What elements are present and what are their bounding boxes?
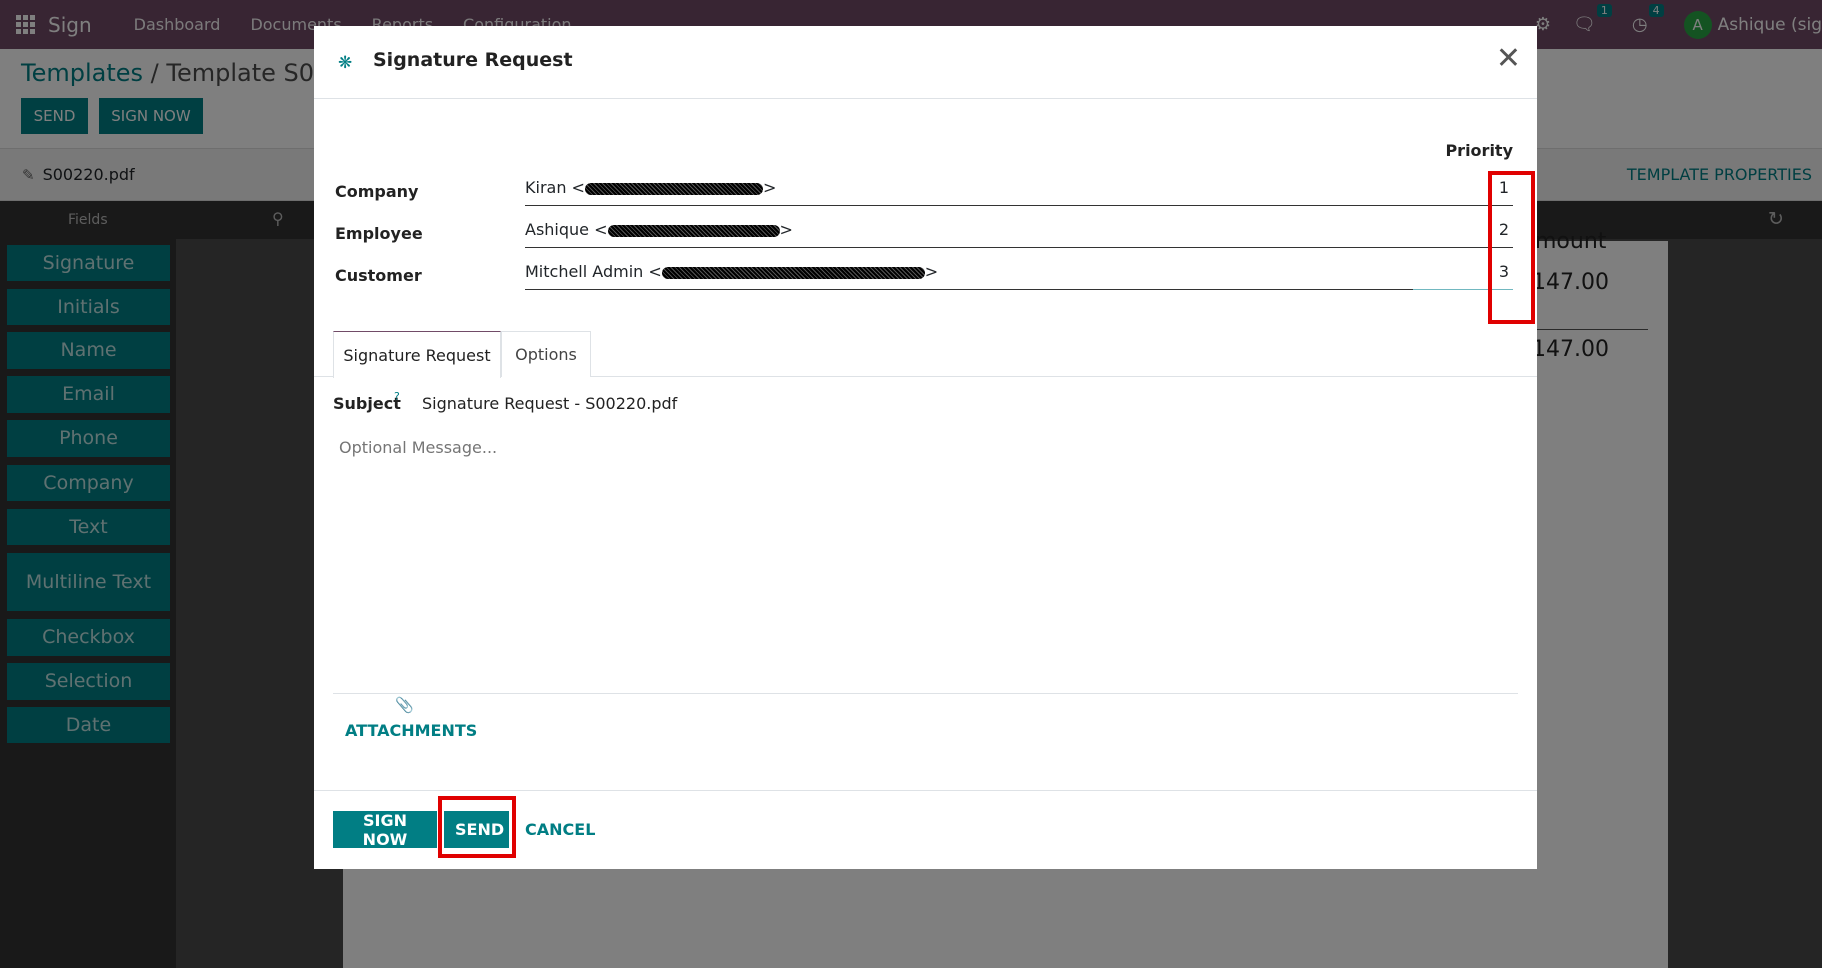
partner-field-employee[interactable]: Ashique < > [525,216,1425,248]
subject-input[interactable]: Signature Request - S00220.pdf [422,394,677,413]
paperclip-icon[interactable]: 📎 [395,696,414,714]
tab-options[interactable]: Options [501,331,591,377]
partner-field-company[interactable]: Kiran < > [525,174,1425,206]
close-icon[interactable]: ✕ [1496,44,1521,74]
partner-field-customer[interactable]: Mitchell Admin < > [525,258,1425,290]
role-label-employee: Employee [335,224,423,243]
partner-name: Mitchell Admin < [525,262,662,281]
partner-suffix: > [779,220,793,239]
modal-title: Signature Request [373,49,573,71]
send-highlight-box [438,796,516,858]
partner-suffix: > [762,178,777,197]
priority-highlight-box [1488,171,1535,324]
subject-help-icon[interactable]: ? [394,390,400,403]
tab-bar: Signature Request Options [314,331,1537,378]
subject-label: Subject [333,394,401,413]
modal-header: ❋ Signature Request ✕ [314,26,1537,99]
tab-signature-request[interactable]: Signature Request [333,331,501,378]
partner-name: Ashique < [525,220,608,239]
redacted-email [584,182,763,195]
cancel-button[interactable]: CANCEL [525,820,595,839]
partner-name: Kiran < [525,178,585,197]
modal-footer: SIGN NOW SEND CANCEL [314,790,1537,869]
footer-sign-now-button[interactable]: SIGN NOW [333,811,437,849]
priority-column-header: Priority [1445,141,1513,160]
redacted-email [607,224,780,237]
attachments-button[interactable]: ATTACHMENTS [345,721,477,740]
message-input[interactable] [333,432,1518,694]
bug-icon: ❋ [338,53,353,73]
role-label-customer: Customer [335,266,422,285]
signature-request-dialog: ❋ Signature Request ✕ Priority Company K… [314,26,1537,869]
redacted-email [661,266,925,279]
role-label-company: Company [335,182,419,201]
partner-suffix: > [924,262,939,281]
